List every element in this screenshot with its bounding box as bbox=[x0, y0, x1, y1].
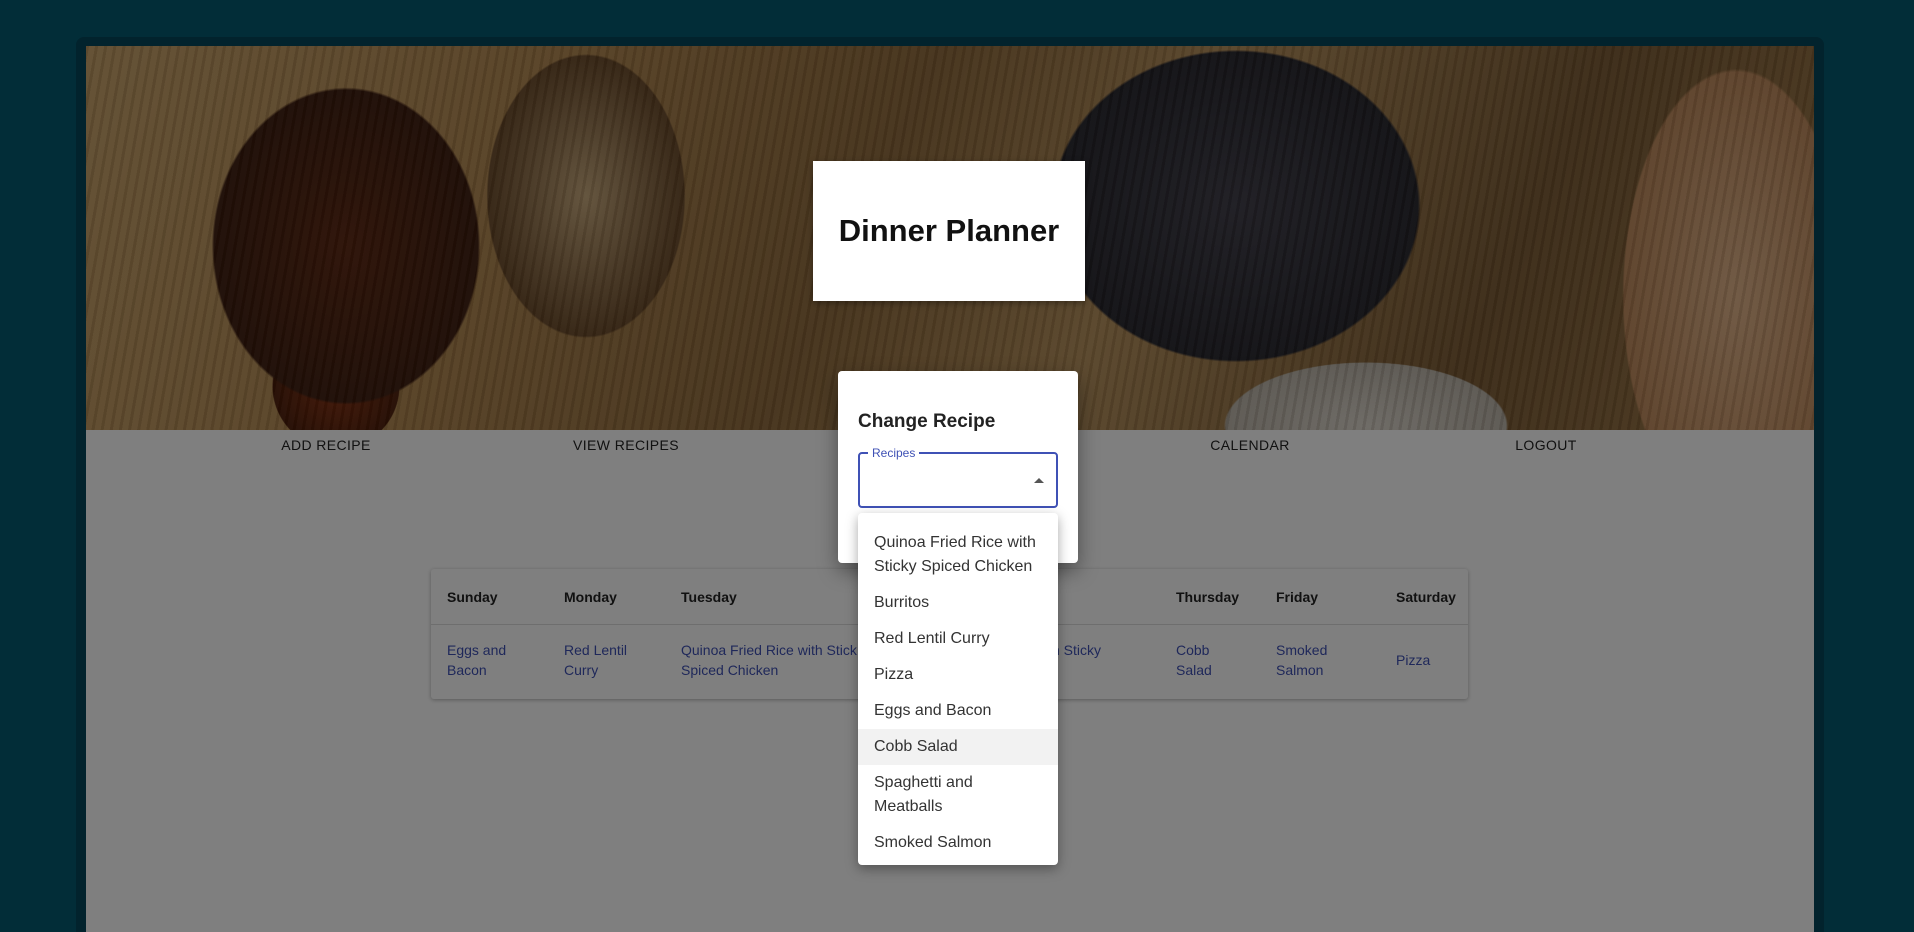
option-smoked-salmon[interactable]: Smoked Salmon bbox=[858, 825, 1058, 861]
title-card: Dinner Planner bbox=[813, 161, 1085, 301]
option-quinoa-fried-rice[interactable]: Quinoa Fried Rice with Sticky Spiced Chi… bbox=[858, 525, 1058, 585]
app-title: Dinner Planner bbox=[838, 213, 1060, 248]
option-pizza[interactable]: Pizza bbox=[858, 657, 1058, 693]
caret-up-icon bbox=[1034, 478, 1044, 483]
option-burritos[interactable]: Burritos bbox=[858, 585, 1058, 621]
option-red-lentil-curry[interactable]: Red Lentil Curry bbox=[858, 621, 1058, 657]
dialog-title: Change Recipe bbox=[858, 411, 996, 432]
option-spaghetti-and-meatballs[interactable]: Spaghetti and Meatballs bbox=[858, 765, 1058, 825]
recipes-select[interactable]: Recipes bbox=[858, 446, 1058, 508]
recipes-select-label: Recipes bbox=[868, 446, 920, 460]
recipes-dropdown-menu: Quinoa Fried Rice with Sticky Spiced Chi… bbox=[858, 513, 1058, 865]
option-cobb-salad[interactable]: Cobb Salad bbox=[858, 729, 1058, 765]
option-eggs-and-bacon[interactable]: Eggs and Bacon bbox=[858, 693, 1058, 729]
